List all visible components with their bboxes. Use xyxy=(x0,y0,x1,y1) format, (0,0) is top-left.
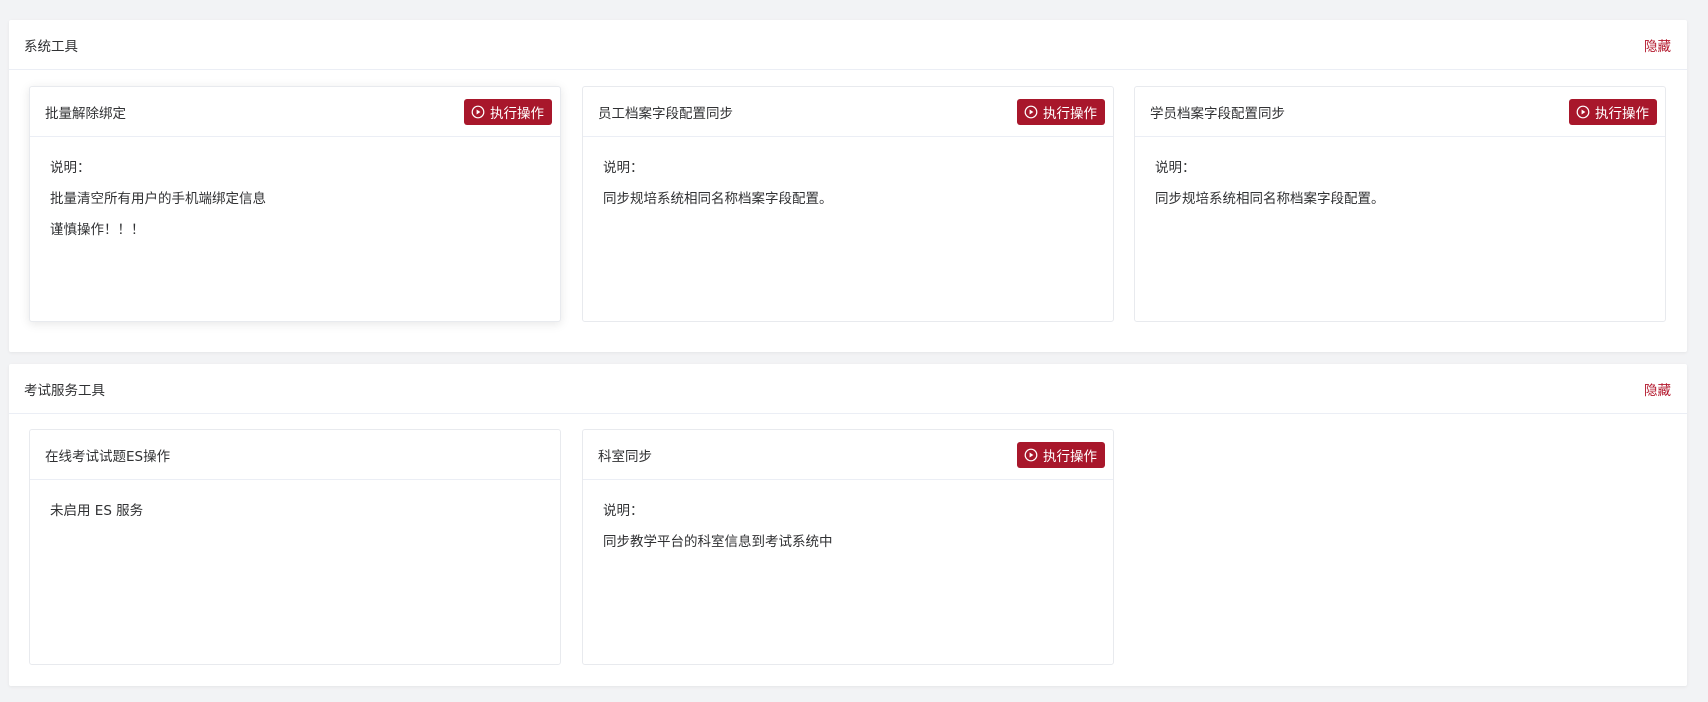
description-label: 说明： xyxy=(603,503,644,519)
section-header: 考试服务工具 隐藏 xyxy=(9,364,1687,414)
execute-button[interactable]: 执行操作 xyxy=(1017,441,1105,468)
card-title: 科室同步 xyxy=(598,448,652,465)
play-circle-icon xyxy=(1576,105,1590,119)
play-circle-icon xyxy=(1024,105,1038,119)
card-body: 说明： 同步规培系统相同名称档案字段配置。 xyxy=(1135,137,1665,231)
execute-button[interactable]: 执行操作 xyxy=(464,98,552,125)
section-title: 考试服务工具 xyxy=(24,382,105,399)
card-header: 在线考试试题ES操作 xyxy=(30,430,560,480)
description-text: 同步规培系统相同名称档案字段配置。 xyxy=(1155,191,1385,207)
description-text: 同步教学平台的科室信息到考试系统中 xyxy=(603,534,833,550)
section-system-tools: 系统工具 隐藏 批量解除绑定 执行操作 说明： 批量清空所有用户的手机端绑定信息… xyxy=(9,20,1687,352)
description-text: 同步规培系统相同名称档案字段配置。 xyxy=(603,191,833,207)
hide-button[interactable]: 隐藏 xyxy=(1644,35,1671,55)
execute-button[interactable]: 执行操作 xyxy=(1569,98,1657,125)
card-title: 员工档案字段配置同步 xyxy=(598,105,733,122)
card-title: 批量解除绑定 xyxy=(45,105,126,122)
description-text: 批量清空所有用户的手机端绑定信息 xyxy=(50,191,266,207)
execute-button-label: 执行操作 xyxy=(1043,105,1097,122)
card-student-fields-sync: 学员档案字段配置同步 执行操作 说明： 同步规培系统相同名称档案字段配置。 xyxy=(1134,86,1666,322)
card-body: 未启用 ES 服务 xyxy=(30,480,560,543)
play-circle-icon xyxy=(1024,448,1038,462)
card-header: 员工档案字段配置同步 执行操作 xyxy=(583,87,1113,137)
execute-button-label: 执行操作 xyxy=(1595,105,1649,122)
warning-text: 谨慎操作！！！ xyxy=(50,222,145,238)
card-title: 学员档案字段配置同步 xyxy=(1150,105,1285,122)
execute-button-label: 执行操作 xyxy=(1043,448,1097,465)
card-header: 批量解除绑定 执行操作 xyxy=(30,87,560,137)
description-label: 说明： xyxy=(50,160,91,176)
description-label: 说明： xyxy=(603,160,644,176)
section-title: 系统工具 xyxy=(24,38,78,55)
section-exam-service-tools: 考试服务工具 隐藏 在线考试试题ES操作 未启用 ES 服务 科室同步 执行操作 xyxy=(9,364,1687,686)
execute-button-label: 执行操作 xyxy=(490,105,544,122)
card-body: 说明： 同步教学平台的科室信息到考试系统中 xyxy=(583,480,1113,574)
card-header: 学员档案字段配置同步 执行操作 xyxy=(1135,87,1665,137)
card-exam-es-operation: 在线考试试题ES操作 未启用 ES 服务 xyxy=(29,429,561,665)
card-employee-fields-sync: 员工档案字段配置同步 执行操作 说明： 同步规培系统相同名称档案字段配置。 xyxy=(582,86,1114,322)
card-body: 说明： 批量清空所有用户的手机端绑定信息 谨慎操作！！！ xyxy=(30,137,560,262)
card-body: 说明： 同步规培系统相同名称档案字段配置。 xyxy=(583,137,1113,231)
card-header: 科室同步 执行操作 xyxy=(583,430,1113,480)
status-text: 未启用 ES 服务 xyxy=(50,503,144,519)
description-label: 说明： xyxy=(1155,160,1196,176)
page: 系统工具 隐藏 批量解除绑定 执行操作 说明： 批量清空所有用户的手机端绑定信息… xyxy=(0,0,1708,702)
play-circle-icon xyxy=(471,105,485,119)
card-title: 在线考试试题ES操作 xyxy=(45,448,171,465)
execute-button[interactable]: 执行操作 xyxy=(1017,98,1105,125)
card-batch-unbind: 批量解除绑定 执行操作 说明： 批量清空所有用户的手机端绑定信息 谨慎操作！！！ xyxy=(29,86,561,322)
section-header: 系统工具 隐藏 xyxy=(9,20,1687,70)
card-department-sync: 科室同步 执行操作 说明： 同步教学平台的科室信息到考试系统中 xyxy=(582,429,1114,665)
hide-button[interactable]: 隐藏 xyxy=(1644,379,1671,399)
